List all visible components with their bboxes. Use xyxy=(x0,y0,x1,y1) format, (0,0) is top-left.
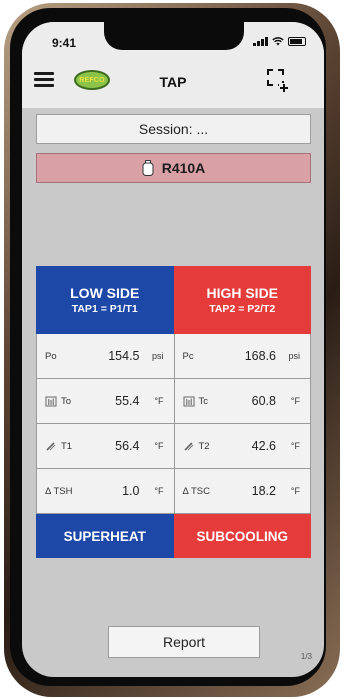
cond-temp-value: 60.8 xyxy=(251,394,276,408)
delta-row: Δ TSH 1.0 °F Δ TSC 18.2 °F xyxy=(36,469,311,514)
probe-t2-label: T2 xyxy=(198,440,210,452)
phone-notch xyxy=(104,22,244,50)
wifi-icon xyxy=(272,36,284,45)
low-pressure-cell: Po 154.5 psi xyxy=(36,334,174,379)
high-pressure-value: 168.6 xyxy=(244,349,276,363)
evap-temp-unit: °F xyxy=(154,396,164,406)
thermometer-icon xyxy=(183,396,194,407)
probe-t1-unit: °F xyxy=(154,441,164,451)
superheat-delta-unit: °F xyxy=(154,486,164,496)
low-side-subtitle: TAP1 = P1/T1 xyxy=(71,303,138,315)
refrigerant-name: R410A xyxy=(161,160,206,176)
probe-t1-label: T1 xyxy=(61,440,73,452)
subcooling-delta-cell: Δ TSC 18.2 °F xyxy=(173,469,311,514)
cond-temp-cell: Tc 60.8 °F xyxy=(173,379,311,424)
evap-temp-value: 55.4 xyxy=(115,394,140,408)
measurement-grid: LOW SIDE TAP1 = P1/T1 HIGH SIDE TAP2 = P… xyxy=(36,266,311,558)
subcooling-button[interactable]: SUBCOOLING xyxy=(173,514,311,558)
probe-temp-row: T1 56.4 °F T2 42.6 °F xyxy=(36,424,311,469)
app-header: REFCO TAP xyxy=(22,56,324,108)
saturation-temp-row: To 55.4 °F Tc 60.8 °F xyxy=(36,379,311,424)
signal-icon xyxy=(253,36,268,46)
high-pressure-cell: Pc 168.6 psi xyxy=(173,334,311,379)
subcooling-delta-label: Δ TSC xyxy=(182,485,210,497)
high-pressure-unit: psi xyxy=(288,351,300,361)
probe-icon xyxy=(183,442,193,451)
high-pressure-label: Pc xyxy=(182,350,194,362)
cond-temp-label: Tc xyxy=(198,395,209,407)
low-pressure-value: 154.5 xyxy=(108,349,140,363)
status-time: 9:41 xyxy=(52,36,77,50)
subcooling-delta-unit: °F xyxy=(290,486,300,496)
page-indicator: 1/3 xyxy=(300,652,312,661)
probe-t1-cell: T1 56.4 °F xyxy=(36,424,174,469)
low-pressure-unit: psi xyxy=(151,351,164,361)
probe-t2-value: 42.6 xyxy=(251,439,276,453)
probe-t2-unit: °F xyxy=(290,441,300,451)
report-button[interactable]: Report xyxy=(108,626,260,658)
high-side-subtitle: TAP2 = P2/T2 xyxy=(209,303,276,315)
low-side-header[interactable]: LOW SIDE TAP1 = P1/T1 xyxy=(36,266,174,334)
cond-temp-unit: °F xyxy=(290,396,300,406)
scan-frame-icon[interactable] xyxy=(266,68,288,92)
probe-icon xyxy=(46,442,56,451)
superheat-delta-label: Δ TSH xyxy=(45,485,73,497)
side-header-row: LOW SIDE TAP1 = P1/T1 HIGH SIDE TAP2 = P… xyxy=(36,266,311,334)
battery-icon xyxy=(288,36,306,46)
superheat-delta-cell: Δ TSH 1.0 °F xyxy=(36,469,174,514)
pressure-row: Po 154.5 psi Pc 168.6 psi xyxy=(36,334,311,379)
mode-row: SUPERHEAT SUBCOOLING xyxy=(36,514,311,558)
subcooling-delta-value: 18.2 xyxy=(251,484,276,498)
session-field[interactable]: Session: ... xyxy=(36,114,311,144)
refrigerant-selector[interactable]: R410A xyxy=(36,153,311,183)
low-side-title: LOW SIDE xyxy=(70,285,140,301)
superheat-delta-value: 1.0 xyxy=(122,484,140,498)
superheat-button[interactable]: SUPERHEAT xyxy=(36,514,174,558)
evap-temp-cell: To 55.4 °F xyxy=(36,379,174,424)
probe-t2-cell: T2 42.6 °F xyxy=(173,424,311,469)
high-side-header[interactable]: HIGH SIDE TAP2 = P2/T2 xyxy=(173,266,311,334)
low-pressure-label: Po xyxy=(45,350,57,362)
thermometer-icon xyxy=(45,396,57,407)
gas-cylinder-icon xyxy=(142,160,154,176)
status-icons xyxy=(253,36,306,46)
high-side-title: HIGH SIDE xyxy=(206,285,279,301)
probe-t1-value: 56.4 xyxy=(115,439,140,453)
app-screen: 9:41 REFCO TAP Session: ... R410A LOW SI… xyxy=(22,22,324,677)
evap-temp-label: To xyxy=(61,395,72,407)
